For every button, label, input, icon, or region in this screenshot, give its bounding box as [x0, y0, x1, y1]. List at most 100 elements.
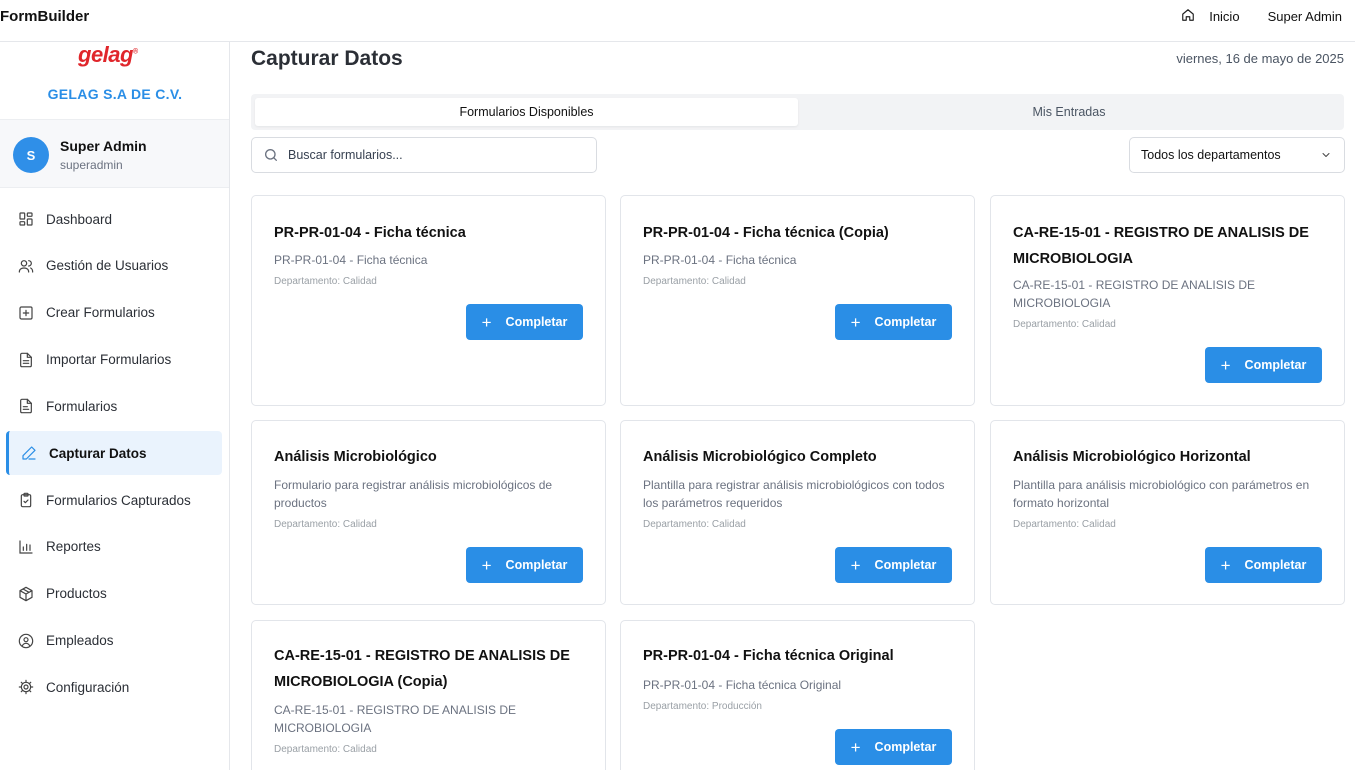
- users-icon: [18, 258, 34, 274]
- user-profile: S Super Admin superadmin: [0, 119, 229, 188]
- sidebar-item-label: Formularios Capturados: [46, 492, 191, 508]
- plus-square-icon: [18, 305, 34, 321]
- sidebar-item-label: Capturar Datos: [49, 445, 147, 461]
- sidebar-item-settings[interactable]: Configuración: [6, 665, 222, 709]
- avatar: S: [13, 137, 49, 173]
- plus-icon: +: [481, 555, 492, 575]
- form-card-department: Departamento: Calidad: [643, 276, 746, 287]
- plus-icon: +: [1220, 555, 1231, 575]
- grid-icon: [18, 211, 34, 227]
- search-icon: [263, 147, 288, 163]
- sidebar-item-forms[interactable]: Formularios: [6, 384, 222, 428]
- form-card-department: Departamento: Producción: [643, 701, 762, 712]
- plus-icon: +: [1220, 355, 1231, 375]
- form-card-description: PR-PR-01-04 - Ficha técnica: [643, 253, 797, 267]
- sidebar-item-reports[interactable]: Reportes: [6, 525, 222, 569]
- tab-bar: Formularios Disponibles Mis Entradas: [251, 94, 1344, 130]
- package-icon: [18, 586, 34, 602]
- form-card: CA-RE-15-01 - REGISTRO DE ANALISIS DE MI…: [990, 195, 1345, 406]
- complete-button[interactable]: + Completar: [835, 304, 952, 340]
- sidebar-item-captured-forms[interactable]: Formularios Capturados: [6, 478, 222, 522]
- sidebar-item-label: Crear Formularios: [46, 305, 155, 321]
- sidebar: gelag® GELAG S.A DE C.V. S Super Admin s…: [0, 42, 230, 770]
- complete-button[interactable]: + Completar: [1205, 347, 1322, 383]
- form-card-description: PR-PR-01-04 - Ficha técnica: [274, 253, 428, 267]
- form-card: Análisis Microbiológico Formulario para …: [251, 420, 606, 605]
- app-title: FormBuilder: [0, 8, 90, 25]
- page-title: Capturar Datos: [251, 47, 403, 70]
- tab-available-forms[interactable]: Formularios Disponibles: [255, 98, 798, 126]
- form-card-department: Departamento: Calidad: [274, 519, 377, 530]
- home-icon: [1181, 8, 1195, 25]
- form-card-title: Análisis Microbiológico: [274, 449, 437, 465]
- sidebar-item-capture-data[interactable]: Capturar Datos: [6, 431, 222, 476]
- form-card-description: PR-PR-01-04 - Ficha técnica Original: [643, 678, 842, 692]
- tab-my-entries[interactable]: Mis Entradas: [798, 98, 1340, 126]
- form-card-description: CA-RE-15-01 - REGISTRO DE ANALISIS DE MI…: [274, 703, 517, 735]
- form-card-description: Plantilla para análisis microbiológico c…: [1013, 478, 1310, 510]
- form-card: Análisis Microbiológico Horizontal Plant…: [990, 420, 1345, 605]
- company-logo: gelag®: [78, 42, 138, 67]
- complete-button[interactable]: + Completar: [835, 729, 952, 765]
- current-date: viernes, 16 de mayo de 2025: [1176, 51, 1344, 66]
- sidebar-item-label: Empleados: [46, 633, 114, 649]
- plus-icon: +: [850, 737, 861, 757]
- user-menu[interactable]: Super Admin: [1268, 9, 1342, 24]
- department-select-value: Todos los departamentos: [1141, 148, 1281, 162]
- form-card-title: PR-PR-01-04 - Ficha técnica (Copia): [643, 225, 889, 241]
- form-card-department: Departamento: Calidad: [1013, 519, 1116, 530]
- form-card-title: PR-PR-01-04 - Ficha técnica: [274, 225, 466, 241]
- sidebar-item-import-forms[interactable]: Importar Formularios: [6, 338, 222, 382]
- form-card-department: Departamento: Calidad: [274, 744, 377, 755]
- form-card-department: Departamento: Calidad: [274, 276, 377, 287]
- pencil-icon: [21, 445, 37, 461]
- sidebar-item-label: Productos: [46, 586, 107, 602]
- complete-button[interactable]: + Completar: [466, 547, 583, 583]
- user-circle-icon: [18, 633, 34, 649]
- search-input[interactable]: [288, 148, 578, 162]
- form-card-title: CA-RE-15-01 - REGISTRO DE ANALISIS DE MI…: [274, 648, 570, 690]
- form-card: PR-PR-01-04 - Ficha técnica PR-PR-01-04 …: [251, 195, 606, 406]
- sidebar-item-products[interactable]: Productos: [6, 572, 222, 616]
- form-card-title: CA-RE-15-01 - REGISTRO DE ANALISIS DE MI…: [1013, 225, 1309, 267]
- sidebar-item-employees[interactable]: Empleados: [6, 619, 222, 663]
- form-card: Análisis Microbiológico Completo Plantil…: [620, 420, 975, 605]
- form-card: PR-PR-01-04 - Ficha técnica (Copia) PR-P…: [620, 195, 975, 406]
- sidebar-nav: Dashboard Gestión de Usuarios Crear Form…: [0, 197, 230, 712]
- bar-chart-icon: [18, 539, 34, 555]
- file-icon: [18, 398, 34, 414]
- sidebar-item-users[interactable]: Gestión de Usuarios: [6, 244, 222, 288]
- company-name: GELAG S.A DE C.V.: [47, 86, 183, 102]
- form-card-title: PR-PR-01-04 - Ficha técnica Original: [643, 648, 894, 664]
- complete-button[interactable]: + Completar: [1205, 547, 1322, 583]
- form-card-description: Plantilla para registrar análisis microb…: [643, 478, 945, 510]
- user-username: superadmin: [60, 158, 123, 172]
- complete-button[interactable]: + Completar: [466, 304, 583, 340]
- form-card-description: CA-RE-15-01 - REGISTRO DE ANALISIS DE MI…: [1013, 278, 1256, 310]
- sidebar-item-label: Formularios: [46, 398, 118, 414]
- sidebar-item-create-forms[interactable]: Crear Formularios: [6, 291, 222, 335]
- complete-button[interactable]: + Completar: [835, 547, 952, 583]
- home-label: Inicio: [1209, 9, 1240, 24]
- sidebar-item-dashboard[interactable]: Dashboard: [6, 197, 222, 241]
- sidebar-item-label: Importar Formularios: [46, 352, 172, 368]
- plus-icon: +: [850, 555, 861, 575]
- department-select[interactable]: Todos los departamentos: [1129, 137, 1345, 173]
- plus-icon: +: [850, 312, 861, 332]
- form-card: PR-PR-01-04 - Ficha técnica Original PR-…: [620, 620, 975, 770]
- file-text-icon: [18, 352, 34, 368]
- plus-icon: +: [481, 312, 492, 332]
- form-card-department: Departamento: Calidad: [643, 519, 746, 530]
- form-card-description: Formulario para registrar análisis micro…: [274, 478, 553, 510]
- form-card-title: Análisis Microbiológico Horizontal: [1013, 449, 1251, 465]
- sidebar-item-label: Dashboard: [46, 211, 113, 227]
- sidebar-item-label: Configuración: [46, 679, 130, 695]
- sidebar-item-label: Reportes: [46, 539, 101, 555]
- form-card-title: Análisis Microbiológico Completo: [643, 449, 877, 465]
- clipboard-check-icon: [18, 492, 34, 508]
- home-link[interactable]: Inicio: [1181, 8, 1240, 25]
- search-box: [251, 137, 597, 173]
- form-card: CA-RE-15-01 - REGISTRO DE ANALISIS DE MI…: [251, 620, 606, 770]
- chevron-down-icon: [1320, 149, 1332, 161]
- sidebar-item-label: Gestión de Usuarios: [46, 258, 169, 274]
